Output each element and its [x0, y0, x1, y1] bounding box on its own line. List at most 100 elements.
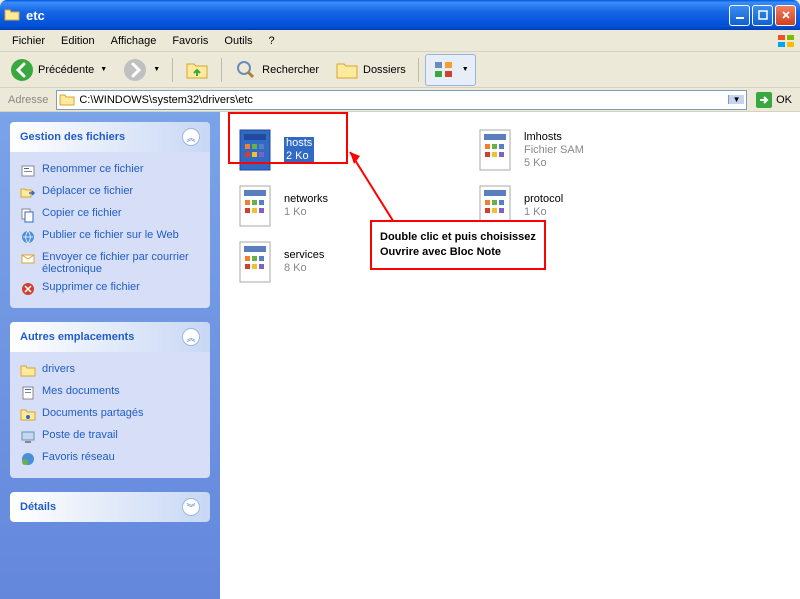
separator [418, 58, 419, 82]
task-label: Renommer ce fichier [42, 163, 143, 175]
forward-icon [123, 58, 147, 82]
task-item[interactable]: Renommer ce fichier [20, 160, 200, 182]
task-label: Supprimer ce fichier [42, 281, 140, 293]
annotation-selection-box [228, 112, 348, 164]
addressbar: Adresse ▼ OK [0, 88, 800, 112]
menu-tools[interactable]: Outils [216, 32, 260, 50]
file-name: protocol [524, 193, 563, 206]
file-item[interactable]: lmhostsFichier SAM5 Ko [474, 126, 704, 174]
folder-icon [59, 93, 75, 107]
menu-help[interactable]: ? [261, 32, 283, 50]
task-item[interactable]: Supprimer ce fichier [20, 278, 200, 300]
dropdown-icon: ▼ [462, 66, 469, 73]
menu-file[interactable]: Fichier [4, 32, 53, 50]
dropdown-icon: ▼ [100, 66, 107, 73]
toolbar: Précédente ▼ ▼ Rechercher Dossiers ▼ [0, 52, 800, 88]
task-label: Publier ce fichier sur le Web [42, 229, 179, 241]
close-button[interactable] [775, 5, 796, 26]
file-meta: 8 Ko [284, 262, 324, 275]
panel-title: Autres emplacements [20, 331, 134, 343]
up-button[interactable] [179, 55, 215, 85]
panel-title: Détails [20, 501, 56, 513]
address-dropdown[interactable]: ▼ [728, 95, 744, 104]
move-icon [20, 185, 36, 201]
folders-button[interactable]: Dossiers [329, 55, 412, 85]
titlebar: etc [0, 0, 800, 30]
task-item[interactable]: Favoris réseau [20, 448, 200, 470]
panel-body: driversMes documentsDocuments partagés Po… [10, 352, 210, 478]
sidebar-panel: Détails ︾ [10, 492, 210, 522]
task-item[interactable]: drivers [20, 360, 200, 382]
task-label: Favoris réseau [42, 451, 115, 463]
chevron-icon: ︾ [182, 498, 200, 516]
file-meta: 1 Ko [524, 206, 563, 219]
file-icon [236, 184, 276, 228]
file-meta: Fichier SAM [524, 144, 584, 157]
back-icon [10, 58, 34, 82]
back-button[interactable]: Précédente ▼ [4, 55, 113, 85]
sidebar-panel: Gestion des fichiers︽Renommer ce fichier… [10, 122, 210, 308]
panel-body: Renommer ce fichier Déplacer ce fichier Co… [10, 152, 210, 308]
menu-view[interactable]: Affichage [103, 32, 165, 50]
task-label: Envoyer ce fichier par courrier électron… [42, 251, 200, 275]
dropdown-icon: ▼ [153, 66, 160, 73]
panel-header[interactable]: Gestion des fichiers︽ [10, 122, 210, 152]
sidebar-panel: Autres emplacements︽driversMes documents… [10, 322, 210, 478]
search-button[interactable]: Rechercher [228, 55, 325, 85]
panel-title: Gestion des fichiers [20, 131, 125, 143]
forward-button[interactable]: ▼ [117, 55, 166, 85]
file-name: lmhosts [524, 131, 584, 144]
computer-icon [20, 429, 36, 445]
task-item[interactable]: Poste de travail [20, 426, 200, 448]
search-label: Rechercher [262, 64, 319, 76]
menu-edit[interactable]: Edition [53, 32, 103, 50]
file-icon [236, 240, 276, 284]
task-label: Déplacer ce fichier [42, 185, 133, 197]
task-item[interactable]: Déplacer ce fichier [20, 182, 200, 204]
minimize-button[interactable] [729, 5, 750, 26]
address-label: Adresse [4, 94, 52, 106]
views-icon [432, 58, 456, 82]
delete-icon [20, 281, 36, 297]
shared-icon [20, 407, 36, 423]
folders-icon [335, 58, 359, 82]
windows-flag-icon [776, 33, 796, 49]
go-button[interactable]: OK [751, 89, 796, 111]
content: Gestion des fichiers︽Renommer ce fichier… [0, 112, 800, 599]
file-info: lmhostsFichier SAM5 Ko [524, 131, 584, 170]
panel-header[interactable]: Détails ︾ [10, 492, 210, 522]
window-title: etc [26, 8, 729, 23]
file-info: protocol1 Ko [524, 193, 563, 219]
file-name: services [284, 249, 324, 262]
file-info: networks1 Ko [284, 193, 328, 219]
sidebar: Gestion des fichiers︽Renommer ce fichier… [0, 112, 220, 599]
file-name: networks [284, 193, 328, 206]
annotation-text: Double clic et puis choisissez Ouvrire a… [370, 220, 546, 270]
folder-icon [4, 7, 20, 23]
menubar: Fichier Edition Affichage Favoris Outils… [0, 30, 800, 52]
views-button[interactable]: ▼ [425, 54, 476, 86]
fileview[interactable]: hosts2 KolmhostsFichier SAM5 Konetworks1… [220, 112, 800, 599]
task-item[interactable]: Documents partagés [20, 404, 200, 426]
folder-up-icon [185, 58, 209, 82]
task-label: Poste de travail [42, 429, 118, 441]
task-item[interactable]: Envoyer ce fichier par courrier électron… [20, 248, 200, 278]
menu-favorites[interactable]: Favoris [164, 32, 216, 50]
go-icon [755, 91, 773, 109]
window-controls [729, 5, 796, 26]
address-field[interactable]: ▼ [56, 90, 747, 110]
mydocs-icon [20, 385, 36, 401]
task-label: Copier ce fichier [42, 207, 121, 219]
file-meta: 5 Ko [524, 157, 584, 170]
network-icon [20, 451, 36, 467]
address-input[interactable] [79, 94, 728, 106]
file-info: services8 Ko [284, 249, 324, 275]
rename-icon [20, 163, 36, 179]
maximize-button[interactable] [752, 5, 773, 26]
go-label: OK [776, 94, 792, 106]
panel-header[interactable]: Autres emplacements︽ [10, 322, 210, 352]
task-item[interactable]: Mes documents [20, 382, 200, 404]
separator [172, 58, 173, 82]
task-item[interactable]: Publier ce fichier sur le Web [20, 226, 200, 248]
task-item[interactable]: Copier ce fichier [20, 204, 200, 226]
